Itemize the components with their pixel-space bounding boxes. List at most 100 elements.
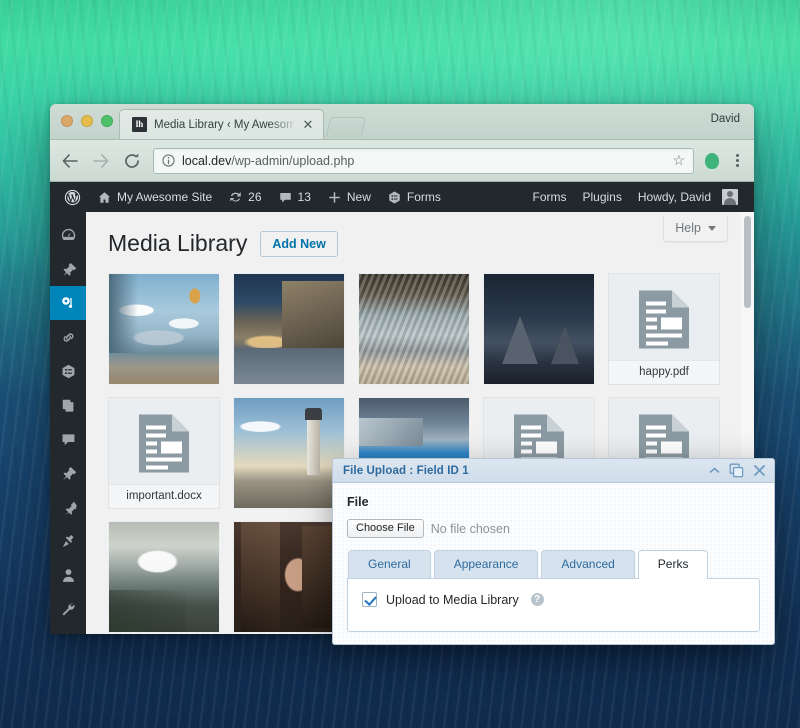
duplicate-icon[interactable] bbox=[729, 463, 744, 478]
wp-updates-count: 26 bbox=[248, 190, 261, 204]
browser-menu-icon[interactable] bbox=[730, 154, 744, 167]
close-window-button[interactable] bbox=[61, 115, 73, 127]
wp-forms-label: Forms bbox=[407, 190, 441, 204]
wp-site-name-label: My Awesome Site bbox=[117, 190, 212, 204]
address-bar[interactable]: local.dev/wp-admin/upload.php ☆ bbox=[153, 148, 694, 174]
sidebar-item-comments[interactable] bbox=[50, 422, 86, 456]
media-tile[interactable] bbox=[233, 521, 345, 633]
maximize-window-button[interactable] bbox=[101, 115, 113, 127]
sidebar-item-forms[interactable] bbox=[50, 354, 86, 388]
wp-updates[interactable]: 26 bbox=[220, 182, 269, 212]
collapse-icon[interactable] bbox=[709, 465, 720, 476]
back-arrow-icon[interactable] bbox=[60, 151, 80, 171]
file-input-row: Choose File No file chosen bbox=[347, 519, 760, 538]
choose-file-button[interactable]: Choose File bbox=[347, 519, 424, 538]
wp-account-menu[interactable]: Howdy, David bbox=[630, 182, 746, 212]
url-path: /wp-admin/upload.php bbox=[231, 154, 354, 168]
media-filename: happy.pdf bbox=[609, 360, 719, 384]
media-thumbnail bbox=[234, 522, 344, 632]
sidebar-item-plugins[interactable] bbox=[50, 524, 86, 558]
help-icon[interactable]: ? bbox=[531, 593, 544, 606]
media-tile[interactable] bbox=[108, 521, 220, 633]
dialog-tab-panel: Upload to Media Library ? bbox=[347, 578, 760, 632]
media-tile[interactable]: happy.pdf bbox=[608, 273, 720, 385]
media-tile[interactable] bbox=[233, 273, 345, 385]
help-button-label: Help bbox=[675, 221, 701, 235]
url-host: local.dev bbox=[182, 154, 231, 168]
wp-sidebar bbox=[50, 212, 86, 634]
new-tab-button[interactable] bbox=[326, 117, 366, 137]
sidebar-item-appearance[interactable] bbox=[50, 456, 86, 490]
window-user-label: David bbox=[711, 113, 740, 125]
tab-advanced[interactable]: Advanced bbox=[541, 550, 634, 578]
wp-comments[interactable]: 13 bbox=[270, 182, 319, 212]
wp-menu-plugins[interactable]: Plugins bbox=[575, 182, 630, 212]
dialog-body: File Choose File No file chosen General … bbox=[333, 483, 774, 644]
desktop-background: lh Media Library ‹ My Awesome S ✕ David bbox=[0, 0, 800, 728]
media-filename: important.docx bbox=[109, 484, 219, 508]
tab-perks[interactable]: Perks bbox=[638, 550, 709, 579]
add-new-button[interactable]: Add New bbox=[260, 231, 337, 257]
sidebar-item-themes[interactable] bbox=[50, 490, 86, 524]
media-tile[interactable] bbox=[233, 397, 345, 509]
bookmark-star-icon[interactable]: ☆ bbox=[672, 152, 685, 169]
file-upload-dialog: File Upload : Field ID 1 File Choose Fil… bbox=[332, 458, 775, 645]
tab-general[interactable]: General bbox=[348, 550, 431, 578]
media-thumbnail bbox=[484, 274, 594, 384]
sidebar-item-media[interactable] bbox=[50, 286, 86, 320]
page-title: Media Library bbox=[108, 230, 247, 257]
tab-title: Media Library ‹ My Awesome S bbox=[154, 119, 294, 131]
sidebar-item-links[interactable] bbox=[50, 320, 86, 354]
upload-to-media-library-label: Upload to Media Library bbox=[386, 593, 519, 607]
file-field-label: File bbox=[347, 495, 760, 509]
help-tab-wrap: Help bbox=[663, 216, 728, 242]
tab-appearance[interactable]: Appearance bbox=[434, 550, 539, 578]
media-thumbnail bbox=[109, 274, 219, 384]
sidebar-item-posts[interactable] bbox=[50, 252, 86, 286]
site-info-icon[interactable] bbox=[162, 154, 175, 167]
reload-icon[interactable] bbox=[122, 151, 142, 171]
dialog-title-bar[interactable]: File Upload : Field ID 1 bbox=[333, 459, 774, 483]
no-file-chosen-text: No file chosen bbox=[431, 522, 510, 536]
help-button[interactable]: Help bbox=[663, 216, 728, 242]
wordpress-logo-icon[interactable] bbox=[56, 182, 89, 212]
media-tile[interactable] bbox=[483, 273, 595, 385]
sidebar-item-settings[interactable] bbox=[50, 626, 86, 634]
minimize-window-button[interactable] bbox=[81, 115, 93, 127]
wp-forms[interactable]: Forms bbox=[379, 182, 449, 212]
media-tile[interactable] bbox=[108, 273, 220, 385]
wp-howdy-label: Howdy, David bbox=[638, 190, 711, 204]
address-bar-url: local.dev/wp-admin/upload.php bbox=[182, 154, 354, 168]
media-tile[interactable]: important.docx bbox=[108, 397, 220, 509]
sidebar-item-dashboard[interactable] bbox=[50, 218, 86, 252]
sidebar-item-users[interactable] bbox=[50, 558, 86, 592]
wp-site-name[interactable]: My Awesome Site bbox=[89, 182, 220, 212]
upload-to-media-library-row[interactable]: Upload to Media Library ? bbox=[362, 592, 745, 607]
wp-comments-count: 13 bbox=[298, 190, 311, 204]
avatar bbox=[722, 189, 738, 205]
tab-close-icon[interactable]: ✕ bbox=[301, 118, 315, 132]
close-icon[interactable] bbox=[753, 464, 766, 477]
chevron-down-icon bbox=[708, 226, 716, 231]
upload-to-media-library-checkbox[interactable] bbox=[362, 592, 377, 607]
tab-favicon: lh bbox=[132, 117, 147, 132]
media-tile[interactable] bbox=[358, 273, 470, 385]
wp-new-label: New bbox=[347, 190, 371, 204]
document-icon bbox=[638, 290, 690, 355]
wp-admin-bar: My Awesome Site 26 13 New bbox=[50, 182, 754, 212]
media-thumbnail bbox=[234, 398, 344, 508]
forward-arrow-icon bbox=[91, 151, 111, 171]
document-icon bbox=[138, 414, 190, 479]
browser-toolbar: local.dev/wp-admin/upload.php ☆ bbox=[50, 140, 754, 182]
media-thumbnail bbox=[109, 522, 219, 632]
media-thumbnail bbox=[359, 274, 469, 384]
sidebar-item-tools[interactable] bbox=[50, 592, 86, 626]
scrollbar-thumb[interactable] bbox=[744, 216, 751, 308]
wp-new[interactable]: New bbox=[319, 182, 379, 212]
page-header: Media Library Add New bbox=[108, 230, 754, 257]
wp-menu-forms[interactable]: Forms bbox=[525, 182, 575, 212]
extension-icon[interactable] bbox=[705, 153, 719, 169]
sidebar-item-pages[interactable] bbox=[50, 388, 86, 422]
media-thumbnail bbox=[234, 274, 344, 384]
browser-tab[interactable]: lh Media Library ‹ My Awesome S ✕ bbox=[119, 109, 324, 139]
